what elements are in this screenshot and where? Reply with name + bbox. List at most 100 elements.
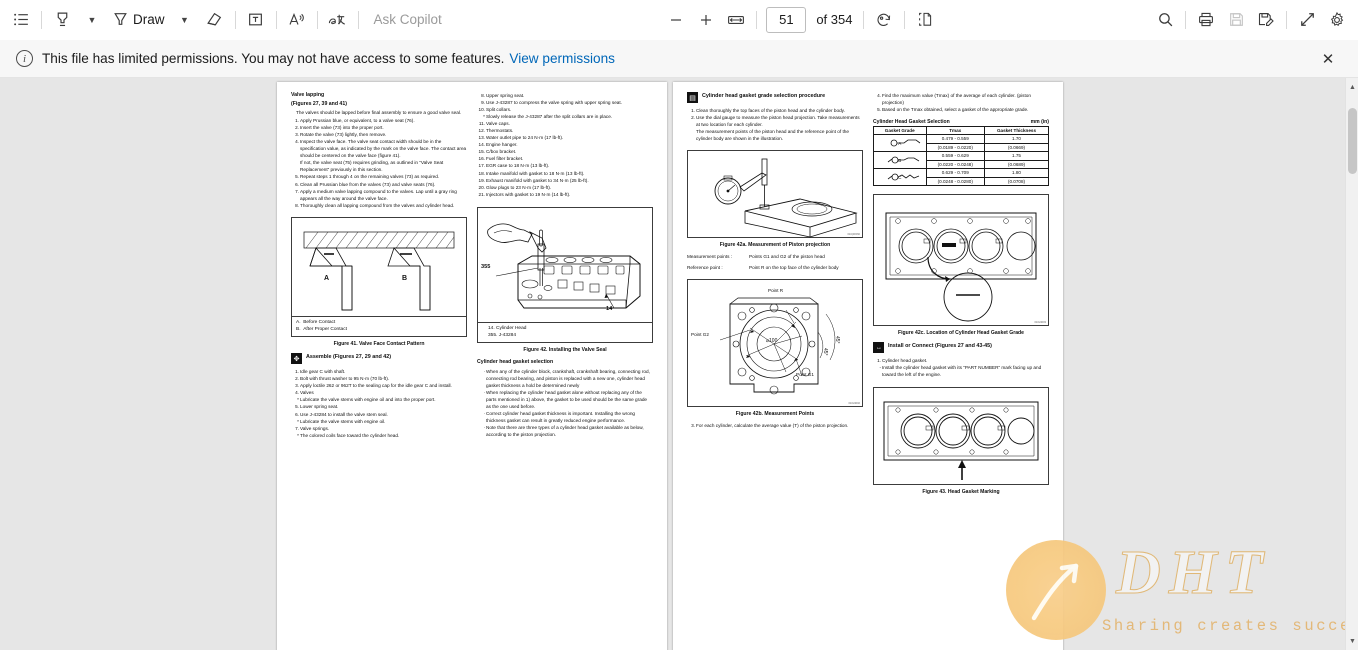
list-item: 5. Repeat steps 1 through 4 on the remain…: [295, 174, 440, 180]
list-item: 3. Rotate the valve (73) lightly, then re…: [295, 132, 387, 138]
draw-dropdown-chevron-icon[interactable]: ▼: [170, 5, 200, 35]
scrollbar-thumb[interactable]: [1348, 108, 1357, 174]
pdf-viewer-canvas[interactable]: Valve lapping (Figures 27, 39 and 41) Th…: [0, 78, 1358, 650]
list-item: 6. Clean all Prussian blue from the valve…: [295, 181, 436, 187]
grade-cell-a: A: [873, 134, 927, 153]
col-header-tmax: Tmax: [925, 126, 985, 136]
list-item: 3. Apply loctile 262 or 962T to the seali…: [295, 383, 452, 389]
toolbar-divider: [863, 10, 865, 29]
vertical-scrollbar[interactable]: ▲ ▼: [1345, 78, 1358, 650]
left-page-column-2: 8. Upper spring seat. 9. Use J-43287 to co…: [477, 92, 653, 650]
install-steps: 1. Cylinder head gasket. - Install the cyl…: [873, 357, 1049, 378]
scroll-down-arrow-icon[interactable]: ▼: [1346, 634, 1358, 648]
ask-copilot-button[interactable]: Ask Copilot: [364, 12, 452, 27]
highlight-dropdown-chevron-icon[interactable]: ▼: [77, 5, 107, 35]
col-header-gasket-grade: Gasket Grade: [873, 126, 927, 136]
figure-43-caption: Figure 43. Head Gasket Marking: [922, 489, 1000, 496]
gasket-table-header: Cylinder Head Gasket Selection mm (in): [873, 119, 1049, 125]
figure-42b-id: 010L9002: [848, 402, 860, 406]
list-item: - Install the cylinder head gasket with i…: [879, 365, 1042, 378]
figure-42c-id: 010L9003: [1034, 321, 1046, 325]
list-item: 6. Use J-43284 to install the valve stem …: [295, 411, 388, 417]
list-item: 5. Based on the Tmax obtained, select a g…: [877, 107, 1029, 113]
document-page-right[interactable]: ▤ Cylinder head gasket grade selection p…: [673, 82, 1063, 650]
toolbar-divider: [1185, 10, 1187, 29]
assemble-steps-continued: 8. Upper spring seat. 9. Use J-43287 to co…: [477, 92, 653, 198]
figure-42c-caption: Figure 42c. Location of Cylinder Head Ga…: [898, 330, 1024, 337]
view-permissions-link[interactable]: View permissions: [509, 51, 615, 66]
fullscreen-icon[interactable]: [1292, 5, 1322, 35]
list-item: 7. Valve springs.: [295, 425, 330, 431]
figure-42-callout-14: 14: [606, 305, 613, 312]
gasket-selection-table: Gasket Grade Tmax Gasket Thickness A 0.4…: [873, 126, 1050, 187]
figure-42b-caption: Figure 42b. Measurement Points: [735, 411, 815, 418]
page-number-input[interactable]: 51: [766, 6, 807, 33]
list-item: If not, the valve seat (75) requires gri…: [300, 160, 444, 173]
list-item: 4. Find the maximum value (Tmax) of the a…: [877, 93, 1032, 106]
grade-mark-b-icon: [887, 156, 920, 164]
note-badge-icon: ▤: [687, 92, 698, 103]
install-heading-text: Install or Connect (Figures 27 and 43-45…: [888, 343, 992, 350]
permissions-notification-bar: i This file has limited permissions. You…: [0, 40, 1358, 78]
zoom-out-button[interactable]: [661, 5, 691, 35]
tmax-mm-a: 0.479 - 0.559: [925, 134, 985, 144]
list-item: * Lubricate the valve stems with engine o…: [297, 397, 436, 403]
search-icon[interactable]: [1150, 5, 1180, 35]
list-item: 5. Lower spring seat.: [295, 404, 339, 410]
valve-lapping-intro: The valves should be lapped before final…: [296, 110, 462, 116]
grade-mark-c-icon: [887, 173, 920, 181]
gasket-grade-procedure-heading: ▤ Cylinder head gasket grade selection p…: [687, 92, 863, 103]
toolbar-divider: [357, 10, 359, 29]
list-item: · Correct cylinder head gasket thickness …: [483, 411, 636, 424]
list-item: · When replacing the cylinder head gasket…: [483, 389, 648, 409]
list-item: * Lubricate the valve stems with engine o…: [297, 418, 386, 424]
gasket-selection-bullets: · When any of the cylinder block, cranksh…: [477, 368, 653, 438]
page-view-icon[interactable]: [910, 5, 940, 35]
list-item: 2. Bolt with thrust washer to 95 N·m (70 …: [295, 376, 390, 382]
table-of-contents-icon[interactable]: [6, 5, 36, 35]
read-aloud-icon[interactable]: [282, 5, 312, 35]
list-item: · When any of the cylinder block, cranksh…: [483, 368, 650, 388]
list-item: 10. Split collars.: [478, 107, 512, 113]
toolbar-divider: [275, 10, 277, 29]
measurement-points-label: Measurement points :: [687, 254, 733, 260]
document-page-left[interactable]: Valve lapping (Figures 27, 39 and 41) Th…: [277, 82, 667, 650]
rotate-icon[interactable]: [869, 5, 899, 35]
svg-text:B: B: [402, 275, 407, 282]
draw-tool-button[interactable]: Draw: [107, 5, 170, 35]
highlight-icon[interactable]: [47, 5, 77, 35]
reference-point-row: Reference point : Point R on the top fac…: [687, 264, 863, 271]
list-item: · Note that there are three types of a cy…: [483, 425, 644, 438]
assemble-section-heading: ✥ Assemble (Figures 27, 29 and 42): [291, 353, 467, 365]
install-badge-icon: ↔: [873, 342, 884, 354]
settings-icon[interactable]: [1322, 5, 1352, 35]
valve-lapping-subtitle: (Figures 27, 39 and 41): [291, 100, 347, 107]
figure-42b-image: 45° 45° ⌀100 Point R Point G2 Point G1 0…: [687, 279, 863, 408]
translate-icon[interactable]: [323, 5, 353, 35]
text-box-icon[interactable]: [241, 5, 271, 35]
figure-41-image: A B: [291, 216, 467, 317]
close-icon[interactable]: ✕: [1314, 45, 1342, 73]
save-as-icon[interactable]: [1251, 5, 1281, 35]
watermark-brand: DHT: [1116, 539, 1271, 608]
zoom-in-button[interactable]: [691, 5, 721, 35]
print-icon[interactable]: [1191, 5, 1221, 35]
table-header-row: Gasket Grade Tmax Gasket Thickness: [873, 126, 1050, 136]
list-item: 1. Apply Prussian blue, or equivalent, to…: [295, 118, 415, 124]
figure-42b-label-point-g2: Point G2: [691, 332, 709, 338]
figure-41-legend: A. Before Contact B. After Proper Contac…: [291, 316, 467, 338]
erase-icon[interactable]: [200, 5, 230, 35]
toolbar-divider: [316, 10, 318, 29]
list-item: 19. Exhaust manifold with gasket to 34 N·…: [478, 177, 589, 183]
list-item: 8. Upper spring seat.: [481, 93, 525, 98]
svg-text:45°: 45°: [834, 336, 840, 344]
list-item: 13. Water outlet pipe to 24 N·m (17 lb-ft…: [478, 135, 564, 141]
fit-width-icon[interactable]: [721, 5, 751, 35]
list-item: 4. Inspect the valve face. The valve seat…: [295, 139, 467, 159]
list-item: 11. Valve caps.: [478, 121, 510, 127]
list-item: 1. Clean thoroughly the top faces of the …: [691, 108, 845, 113]
gasket-grade-step-3: 3. For each cylinder, calculate the avera…: [687, 422, 863, 429]
scroll-up-arrow-icon[interactable]: ▲: [1346, 80, 1358, 94]
watermark-tagline: Sharing creates success: [1102, 617, 1358, 635]
measurement-points-row: Measurement points : Points G1 and G2 of…: [687, 253, 863, 260]
